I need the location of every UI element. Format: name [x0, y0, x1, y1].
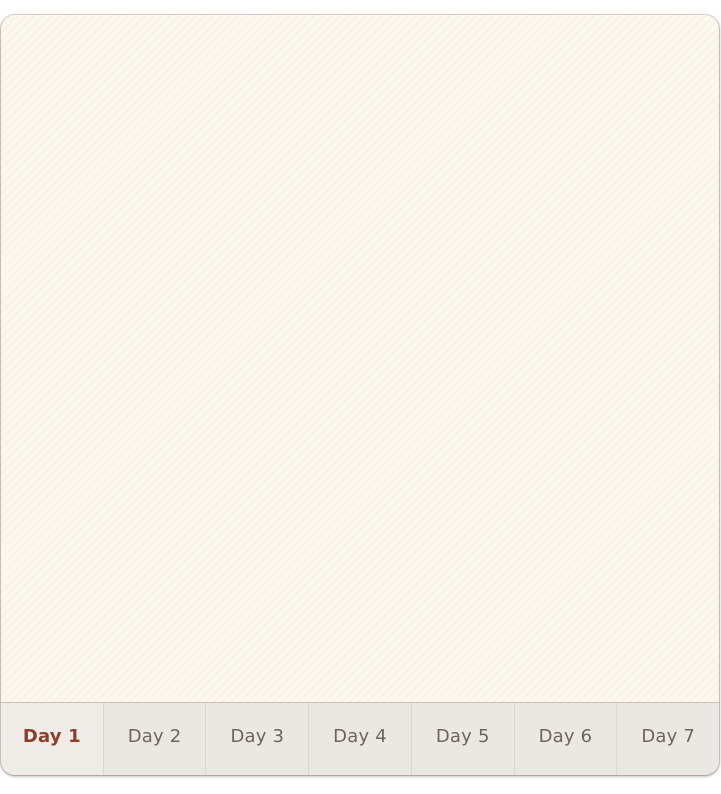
tab-day-6[interactable]: Day 6: [515, 703, 618, 775]
tab-day-1[interactable]: Day 1: [1, 703, 104, 775]
itinerary-panel: Day 1 Day 2 Day 3 Day 4 Day 5 Day 6 Day …: [1, 15, 719, 775]
tab-day-7[interactable]: Day 7: [617, 703, 719, 775]
day-content-area: [1, 15, 719, 702]
tab-day-4[interactable]: Day 4: [309, 703, 412, 775]
tab-day-2[interactable]: Day 2: [104, 703, 207, 775]
tab-day-5[interactable]: Day 5: [412, 703, 515, 775]
tab-day-3[interactable]: Day 3: [206, 703, 310, 775]
day-tab-bar: Day 1 Day 2 Day 3 Day 4 Day 5 Day 6 Day …: [1, 702, 719, 775]
